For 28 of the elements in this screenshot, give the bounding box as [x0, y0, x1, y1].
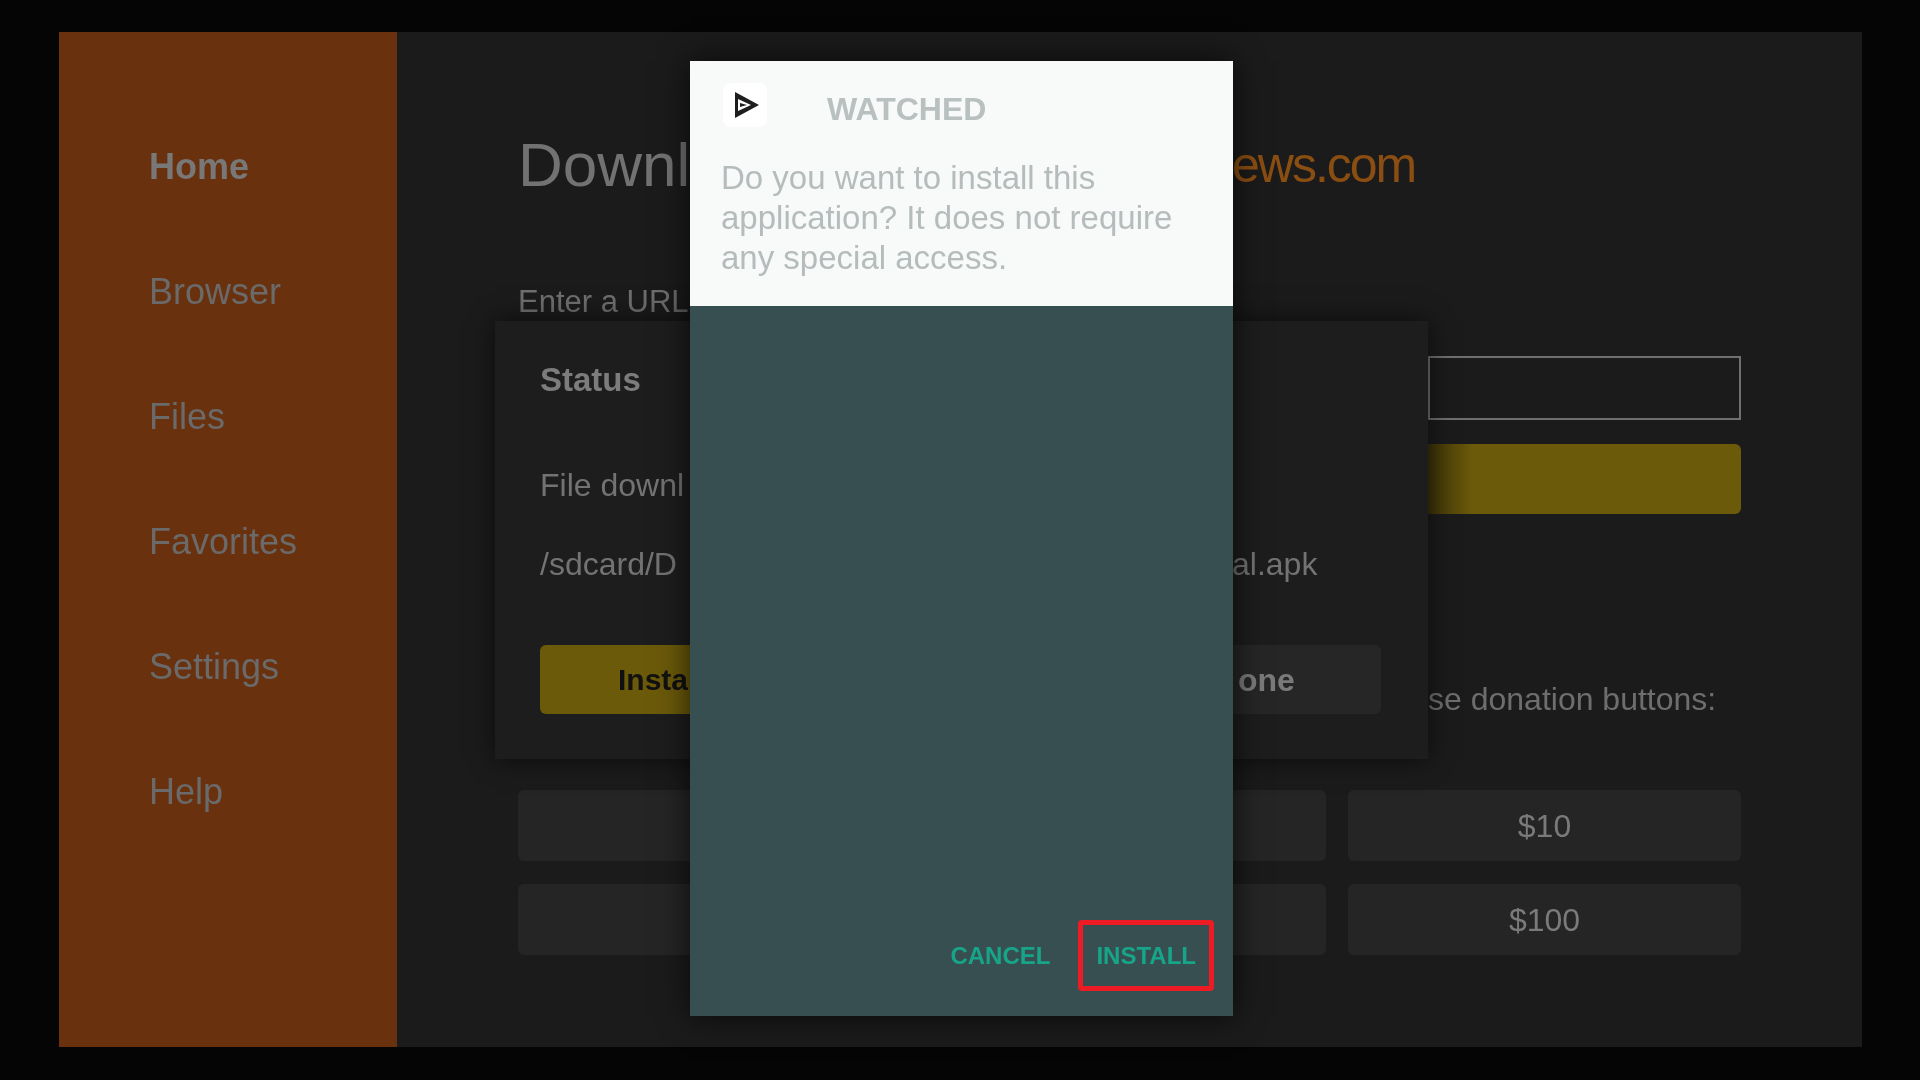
install-button[interactable]: Insta: [540, 645, 690, 714]
sidebar-item[interactable]: Help: [149, 770, 224, 814]
file-path-text: /sdcard/D: [540, 546, 677, 582]
sidebar-item[interactable]: Settings: [149, 645, 280, 689]
donation-button[interactable]: $10: [1348, 790, 1741, 861]
page-title: Downl: [518, 130, 691, 199]
donation-button[interactable]: [518, 790, 690, 861]
done-button[interactable]: one: [1232, 645, 1381, 714]
install-question: Do you want to install this application? It does not require any special access.: [721, 158, 1174, 278]
dialog-title: Status: [540, 361, 641, 398]
url-label: Enter a URL: [518, 283, 689, 321]
cancel-button[interactable]: CANCEL: [932, 920, 1069, 991]
app-name: WATCHED: [827, 90, 987, 129]
donation-button[interactable]: [1232, 790, 1326, 861]
sidebar-item[interactable]: Browser: [149, 270, 282, 314]
install-button[interactable]: INSTALL: [1078, 920, 1214, 991]
status-message: File downl: [540, 467, 685, 503]
donation-text: se donation buttons:: [1428, 680, 1717, 718]
button[interactable]: [1428, 444, 1741, 514]
file-path-text: al.apk: [1232, 546, 1318, 582]
donation-button[interactable]: [518, 884, 690, 955]
page-title: ews.com: [1232, 136, 1416, 195]
donation-button[interactable]: $100: [1348, 884, 1741, 955]
sidebar-item[interactable]: Files: [149, 395, 225, 439]
sidebar-item[interactable]: Favorites: [149, 520, 298, 564]
url-input-field[interactable]: [1428, 356, 1741, 420]
donation-button[interactable]: [1232, 884, 1326, 955]
sidebar-item[interactable]: Home: [149, 145, 250, 189]
